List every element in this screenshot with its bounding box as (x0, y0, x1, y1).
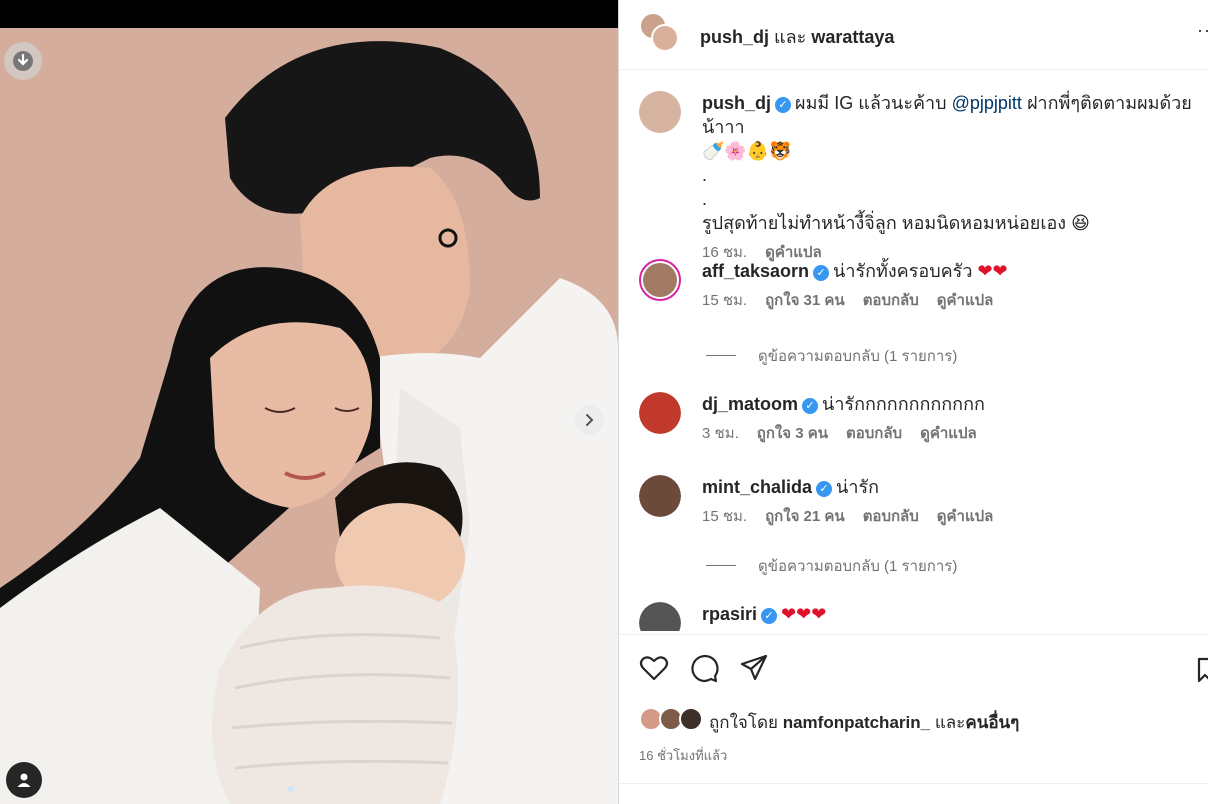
share-icon[interactable] (739, 653, 769, 683)
comment-username[interactable]: rpasiri (702, 604, 757, 624)
reply-button[interactable]: ตอบกลับ (863, 508, 919, 525)
post-details-pane: push_dj และ warattaya ··· push_dj✓ผมมี I… (618, 0, 1208, 804)
verified-icon: ✓ (816, 481, 833, 497)
avatar (651, 24, 679, 52)
avatar[interactable] (639, 602, 681, 631)
author-joiner: และ (774, 27, 807, 47)
download-button[interactable] (4, 42, 42, 80)
post-media-pane (0, 0, 618, 804)
comment-meta: 15 ชม. ถูกใจ 21 คน ตอบกลับ ดูคำแปล (702, 505, 1208, 529)
comment-username[interactable]: mint_chalida (702, 477, 812, 497)
heart-emoji: ❤❤ (977, 261, 1008, 281)
comment-username[interactable]: dj_matoom (702, 394, 798, 414)
comment-icon[interactable] (689, 653, 719, 683)
liked-by-user[interactable]: namfonpatcharin_ (783, 713, 930, 732)
divider (706, 355, 736, 356)
timestamp[interactable]: 15 ชม. (702, 292, 747, 309)
verified-icon: ✓ (761, 608, 778, 624)
caption-text: รูปสุดท้ายไม่ทำหน้างี้จิ่ลูก หอมนิดหอมหน… (702, 213, 1090, 233)
view-replies-button[interactable]: ดูข้อความตอบกลับ (1 รายการ) (706, 344, 957, 368)
next-image-button[interactable] (574, 405, 604, 435)
caption-text: ผมมี IG แล้วนะค้าบ (795, 93, 947, 113)
verified-icon: ✓ (775, 97, 792, 113)
divider (706, 565, 736, 566)
like-count[interactable]: ถูกใจ 21 คน (765, 508, 845, 525)
timestamp[interactable]: 3 ชม. (702, 425, 739, 442)
comments-list: push_dj ✓ ผมมี IG แล้วนะค้าบ @pjpjpitt ฝาก… (619, 71, 1208, 631)
translate-link[interactable]: ดูคำแปล (937, 292, 994, 309)
caption-body: push_dj ✓ ผมมี IG แล้วนะค้าบ @pjpjpitt ฝาก… (702, 91, 1208, 265)
comment-meta: 3 ชม. ถูกใจ 3 คน ตอบกลับ ดูคำแปล (702, 422, 1208, 446)
reply-button[interactable]: ตอบกลับ (846, 425, 902, 442)
comment-text: น่ารักกกกกกกกกกกก (822, 394, 985, 414)
tagged-users-button[interactable] (6, 762, 42, 798)
comment-body: aff_taksaorn ✓ น่ารักทั้งครอบครัว ❤❤ 15 ชม… (702, 259, 1208, 313)
liked-by-joiner: และ (934, 713, 966, 732)
user-tag-icon (17, 773, 31, 787)
download-icon (13, 51, 33, 71)
chevron-right-icon (586, 414, 594, 426)
post-photo[interactable] (0, 28, 618, 804)
collab-avatars[interactable] (639, 12, 683, 56)
more-options-button[interactable]: ··· (1197, 20, 1208, 41)
comment-body: dj_matoom ✓ น่ารักกกกกกกกกกกก 3 ชม. ถูกใจ 3… (702, 392, 1208, 446)
liked-by-text: ถูกใจโดย namfonpatcharin_ และคนอื่นๆ (709, 709, 1019, 736)
post-authors: push_dj และ warattaya (700, 22, 894, 51)
view-replies-label: ดูข้อความตอบกลับ (1 รายการ) (758, 348, 958, 365)
instagram-post-modal: push_dj และ warattaya ··· push_dj✓ผมมี I… (0, 0, 1208, 804)
post-actions: ถูกใจโดย namfonpatcharin_ และคนอื่นๆ 16 … (619, 634, 1208, 804)
comment-body: mint_chalida ✓ น่ารัก 15 ชม. ถูกใจ 21 คน ตอบ… (702, 475, 1208, 529)
avatar[interactable] (639, 259, 681, 301)
add-comment-area[interactable] (619, 783, 1208, 804)
comment-body: rpasiri ✓ ❤❤❤ (702, 602, 1208, 626)
translate-link[interactable]: ดูคำแปล (920, 425, 977, 442)
timestamp[interactable]: 15 ชม. (702, 508, 747, 525)
comment-meta: 15 ชม. ถูกใจ 31 คน ตอบกลับ ดูคำแปล (702, 289, 1208, 313)
author-username[interactable]: push_dj (700, 27, 769, 47)
caption-username[interactable]: push_dj (702, 93, 771, 113)
reply-button[interactable]: ตอบกลับ (863, 292, 919, 309)
heart-emoji: ❤❤❤ (781, 604, 827, 624)
view-replies-label: ดูข้อความตอบกลับ (1 รายการ) (758, 558, 958, 575)
verified-icon: ✓ (813, 265, 830, 281)
liked-by-prefix: ถูกใจโดย (709, 713, 778, 732)
comment-username[interactable]: aff_taksaorn (702, 261, 809, 281)
carousel-indicator (288, 786, 294, 792)
avatar (679, 707, 703, 731)
comment-text: น่ารักทั้งครอบครัว (833, 261, 973, 281)
comment-text: น่ารัก (836, 477, 880, 497)
view-replies-button[interactable]: ดูข้อความตอบกลับ (1 รายการ) (706, 554, 957, 578)
post-header: push_dj และ warattaya ··· (619, 0, 1208, 70)
avatar[interactable] (639, 392, 681, 434)
liked-by-avatars[interactable] (639, 707, 705, 731)
like-count[interactable]: ถูกใจ 31 คน (765, 292, 845, 309)
caption-emoji: 🍼🌸👶🐯 (702, 141, 792, 161)
translate-link[interactable]: ดูคำแปล (937, 508, 994, 525)
bookmark-icon[interactable] (1197, 657, 1208, 683)
verified-icon: ✓ (802, 398, 819, 414)
post-timestamp[interactable]: 16 ชั่วโมงที่แล้ว (639, 745, 727, 766)
caption-dot: . (702, 165, 708, 185)
avatar[interactable] (639, 475, 681, 517)
avatar[interactable] (639, 91, 681, 133)
liked-by-others[interactable]: คนอื่นๆ (965, 713, 1019, 732)
like-count[interactable]: ถูกใจ 3 คน (757, 425, 828, 442)
family-photo-illustration (0, 28, 618, 804)
caption-dot: . (702, 189, 708, 209)
caption-mention[interactable]: @pjpjpitt (952, 93, 1022, 113)
heart-icon[interactable] (639, 653, 669, 683)
author-username[interactable]: warattaya (811, 27, 894, 47)
